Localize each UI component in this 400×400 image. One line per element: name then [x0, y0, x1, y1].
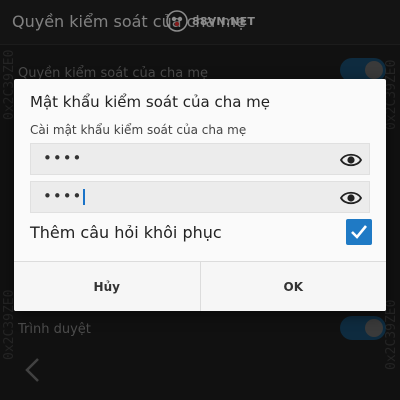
dialog-button-bar: Hủy OK [14, 261, 386, 311]
dialog-subtitle: Cài mật khẩu kiểm soát của cha mẹ [30, 123, 247, 137]
password-value: •••• [43, 149, 83, 167]
confirm-password-value: •••• [43, 187, 86, 205]
confirm-password-input[interactable]: •••• [30, 181, 370, 213]
checkmark-icon [351, 225, 368, 239]
eye-icon[interactable] [339, 149, 363, 171]
recovery-question-checkbox[interactable] [346, 219, 372, 245]
ok-button[interactable]: OK [201, 262, 387, 311]
recovery-question-label: Thêm câu hỏi khôi phục [30, 223, 222, 242]
cancel-button[interactable]: Hủy [14, 262, 201, 311]
eye-icon[interactable] [339, 187, 363, 209]
text-caret [83, 188, 86, 205]
password-dialog: Mật khẩu kiểm soát của cha mẹ Cài mật kh… [14, 79, 386, 311]
password-input[interactable]: •••• [30, 143, 370, 175]
dialog-title: Mật khẩu kiểm soát của cha mẹ [30, 93, 271, 111]
